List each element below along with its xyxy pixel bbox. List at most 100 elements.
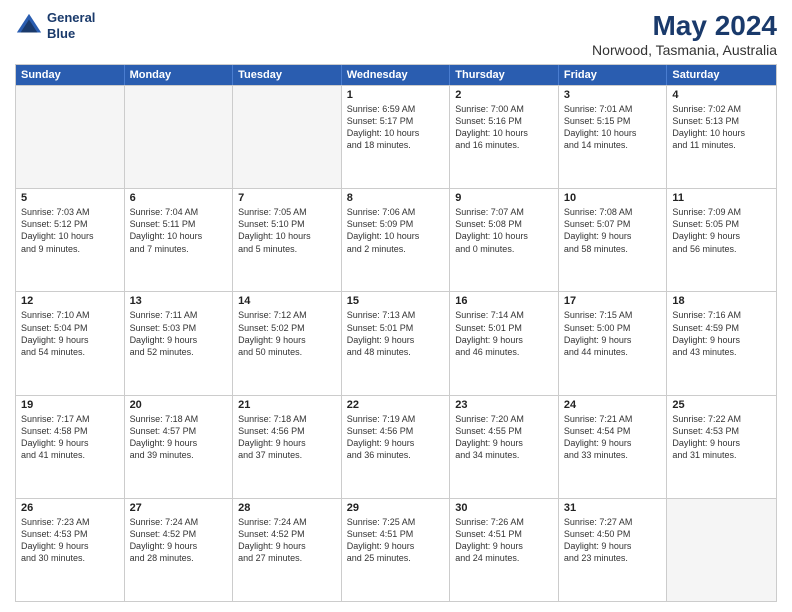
day-number: 30 xyxy=(455,502,553,514)
day-number: 4 xyxy=(672,89,771,101)
day-number: 1 xyxy=(347,89,445,101)
day-number: 25 xyxy=(672,399,771,411)
calendar-cell: 11 Sunrise: 7:09 AMSunset: 5:05 PMDayligh… xyxy=(667,189,776,291)
cell-info: Sunrise: 7:14 AMSunset: 5:01 PMDaylight:… xyxy=(455,309,553,358)
main-title: May 2024 xyxy=(592,10,777,42)
calendar-cell: 18 Sunrise: 7:16 AMSunset: 4:59 PMDayligh… xyxy=(667,292,776,394)
day-number: 24 xyxy=(564,399,662,411)
calendar-cell: 25 Sunrise: 7:22 AMSunset: 4:53 PMDayligh… xyxy=(667,396,776,498)
cell-info: Sunrise: 7:10 AMSunset: 5:04 PMDaylight:… xyxy=(21,309,119,358)
calendar-cell: 30 Sunrise: 7:26 AMSunset: 4:51 PMDayligh… xyxy=(450,499,559,601)
calendar-cell xyxy=(667,499,776,601)
header-day-wednesday: Wednesday xyxy=(342,65,451,85)
calendar-cell: 7Sunrise: 7:05 AMSunset: 5:10 PMDaylight… xyxy=(233,189,342,291)
logo-text: General Blue xyxy=(47,10,95,41)
day-number: 14 xyxy=(238,295,336,307)
day-number: 16 xyxy=(455,295,553,307)
cell-info: Sunrise: 7:15 AMSunset: 5:00 PMDaylight:… xyxy=(564,309,662,358)
cell-info: Sunrise: 7:21 AMSunset: 4:54 PMDaylight:… xyxy=(564,413,662,462)
cell-info: Sunrise: 6:59 AMSunset: 5:17 PMDaylight:… xyxy=(347,103,445,152)
calendar-cell: 17 Sunrise: 7:15 AMSunset: 5:00 PMDayligh… xyxy=(559,292,668,394)
day-number: 11 xyxy=(672,192,771,204)
day-number: 29 xyxy=(347,502,445,514)
day-number: 31 xyxy=(564,502,662,514)
day-number: 10 xyxy=(564,192,662,204)
day-number: 17 xyxy=(564,295,662,307)
cell-info: Sunrise: 7:26 AMSunset: 4:51 PMDaylight:… xyxy=(455,516,553,565)
calendar-cell: 10 Sunrise: 7:08 AMSunset: 5:07 PMDayligh… xyxy=(559,189,668,291)
cell-info: Sunrise: 7:22 AMSunset: 4:53 PMDaylight:… xyxy=(672,413,771,462)
cell-info: Sunrise: 7:18 AMSunset: 4:57 PMDaylight:… xyxy=(130,413,228,462)
calendar-row-0: 1 Sunrise: 6:59 AMSunset: 5:17 PMDaylight… xyxy=(16,85,776,188)
header-day-saturday: Saturday xyxy=(667,65,776,85)
calendar-cell xyxy=(16,86,125,188)
calendar-cell: 27Sunrise: 7:24 AMSunset: 4:52 PMDayligh… xyxy=(125,499,234,601)
calendar-cell: 19 Sunrise: 7:17 AMSunset: 4:58 PMDayligh… xyxy=(16,396,125,498)
calendar-cell: 9 Sunrise: 7:07 AMSunset: 5:08 PMDaylight… xyxy=(450,189,559,291)
cell-info: Sunrise: 7:07 AMSunset: 5:08 PMDaylight:… xyxy=(455,206,553,255)
cell-info: Sunrise: 7:12 AMSunset: 5:02 PMDaylight:… xyxy=(238,309,336,358)
cell-info: Sunrise: 7:01 AMSunset: 5:15 PMDaylight:… xyxy=(564,103,662,152)
calendar-cell: 26 Sunrise: 7:23 AMSunset: 4:53 PMDayligh… xyxy=(16,499,125,601)
cell-info: Sunrise: 7:19 AMSunset: 4:56 PMDaylight:… xyxy=(347,413,445,462)
cell-info: Sunrise: 7:13 AMSunset: 5:01 PMDaylight:… xyxy=(347,309,445,358)
cell-info: Sunrise: 7:06 AMSunset: 5:09 PMDaylight:… xyxy=(347,206,445,255)
header-day-sunday: Sunday xyxy=(16,65,125,85)
cell-info: Sunrise: 7:16 AMSunset: 4:59 PMDaylight:… xyxy=(672,309,771,358)
cell-info: Sunrise: 7:09 AMSunset: 5:05 PMDaylight:… xyxy=(672,206,771,255)
day-number: 5 xyxy=(21,192,119,204)
calendar-cell xyxy=(125,86,234,188)
day-number: 20 xyxy=(130,399,228,411)
calendar-cell: 24 Sunrise: 7:21 AMSunset: 4:54 PMDayligh… xyxy=(559,396,668,498)
calendar-cell: 1 Sunrise: 6:59 AMSunset: 5:17 PMDaylight… xyxy=(342,86,451,188)
calendar-row-3: 19 Sunrise: 7:17 AMSunset: 4:58 PMDayligh… xyxy=(16,395,776,498)
day-number: 18 xyxy=(672,295,771,307)
calendar-cell: 15 Sunrise: 7:13 AMSunset: 5:01 PMDayligh… xyxy=(342,292,451,394)
page: General Blue May 2024 Norwood, Tasmania,… xyxy=(0,0,792,612)
cell-info: Sunrise: 7:03 AMSunset: 5:12 PMDaylight:… xyxy=(21,206,119,255)
calendar-cell: 8 Sunrise: 7:06 AMSunset: 5:09 PMDaylight… xyxy=(342,189,451,291)
day-number: 28 xyxy=(238,502,336,514)
cell-info: Sunrise: 7:24 AMSunset: 4:52 PMDaylight:… xyxy=(238,516,336,565)
calendar-cell: 16 Sunrise: 7:14 AMSunset: 5:01 PMDayligh… xyxy=(450,292,559,394)
day-number: 15 xyxy=(347,295,445,307)
calendar-cell: 20 Sunrise: 7:18 AMSunset: 4:57 PMDayligh… xyxy=(125,396,234,498)
calendar-row-2: 12 Sunrise: 7:10 AMSunset: 5:04 PMDayligh… xyxy=(16,291,776,394)
calendar-cell: 12 Sunrise: 7:10 AMSunset: 5:04 PMDayligh… xyxy=(16,292,125,394)
day-number: 27 xyxy=(130,502,228,514)
cell-info: Sunrise: 7:17 AMSunset: 4:58 PMDaylight:… xyxy=(21,413,119,462)
calendar-cell: 29 Sunrise: 7:25 AMSunset: 4:51 PMDayligh… xyxy=(342,499,451,601)
day-number: 12 xyxy=(21,295,119,307)
day-number: 8 xyxy=(347,192,445,204)
calendar-cell: 28 Sunrise: 7:24 AMSunset: 4:52 PMDayligh… xyxy=(233,499,342,601)
cell-info: Sunrise: 7:25 AMSunset: 4:51 PMDaylight:… xyxy=(347,516,445,565)
cell-info: Sunrise: 7:20 AMSunset: 4:55 PMDaylight:… xyxy=(455,413,553,462)
day-number: 26 xyxy=(21,502,119,514)
day-number: 19 xyxy=(21,399,119,411)
day-number: 21 xyxy=(238,399,336,411)
cell-info: Sunrise: 7:04 AMSunset: 5:11 PMDaylight:… xyxy=(130,206,228,255)
cell-info: Sunrise: 7:27 AMSunset: 4:50 PMDaylight:… xyxy=(564,516,662,565)
cell-info: Sunrise: 7:11 AMSunset: 5:03 PMDaylight:… xyxy=(130,309,228,358)
logo: General Blue xyxy=(15,10,95,41)
title-block: May 2024 Norwood, Tasmania, Australia xyxy=(592,10,777,58)
calendar-cell: 3Sunrise: 7:01 AMSunset: 5:15 PMDaylight… xyxy=(559,86,668,188)
calendar-cell xyxy=(233,86,342,188)
calendar-cell: 5 Sunrise: 7:03 AMSunset: 5:12 PMDaylight… xyxy=(16,189,125,291)
calendar-cell: 31 Sunrise: 7:27 AMSunset: 4:50 PMDayligh… xyxy=(559,499,668,601)
day-number: 22 xyxy=(347,399,445,411)
calendar-cell: 14 Sunrise: 7:12 AMSunset: 5:02 PMDayligh… xyxy=(233,292,342,394)
calendar-cell: 23 Sunrise: 7:20 AMSunset: 4:55 PMDayligh… xyxy=(450,396,559,498)
calendar-cell: 21 Sunrise: 7:18 AMSunset: 4:56 PMDayligh… xyxy=(233,396,342,498)
cell-info: Sunrise: 7:23 AMSunset: 4:53 PMDaylight:… xyxy=(21,516,119,565)
day-number: 6 xyxy=(130,192,228,204)
cell-info: Sunrise: 7:08 AMSunset: 5:07 PMDaylight:… xyxy=(564,206,662,255)
calendar-row-1: 5 Sunrise: 7:03 AMSunset: 5:12 PMDaylight… xyxy=(16,188,776,291)
header: General Blue May 2024 Norwood, Tasmania,… xyxy=(15,10,777,58)
header-day-thursday: Thursday xyxy=(450,65,559,85)
calendar: SundayMondayTuesdayWednesdayThursdayFrid… xyxy=(15,64,777,602)
cell-info: Sunrise: 7:18 AMSunset: 4:56 PMDaylight:… xyxy=(238,413,336,462)
calendar-cell: 6 Sunrise: 7:04 AMSunset: 5:11 PMDaylight… xyxy=(125,189,234,291)
day-number: 23 xyxy=(455,399,553,411)
day-number: 9 xyxy=(455,192,553,204)
